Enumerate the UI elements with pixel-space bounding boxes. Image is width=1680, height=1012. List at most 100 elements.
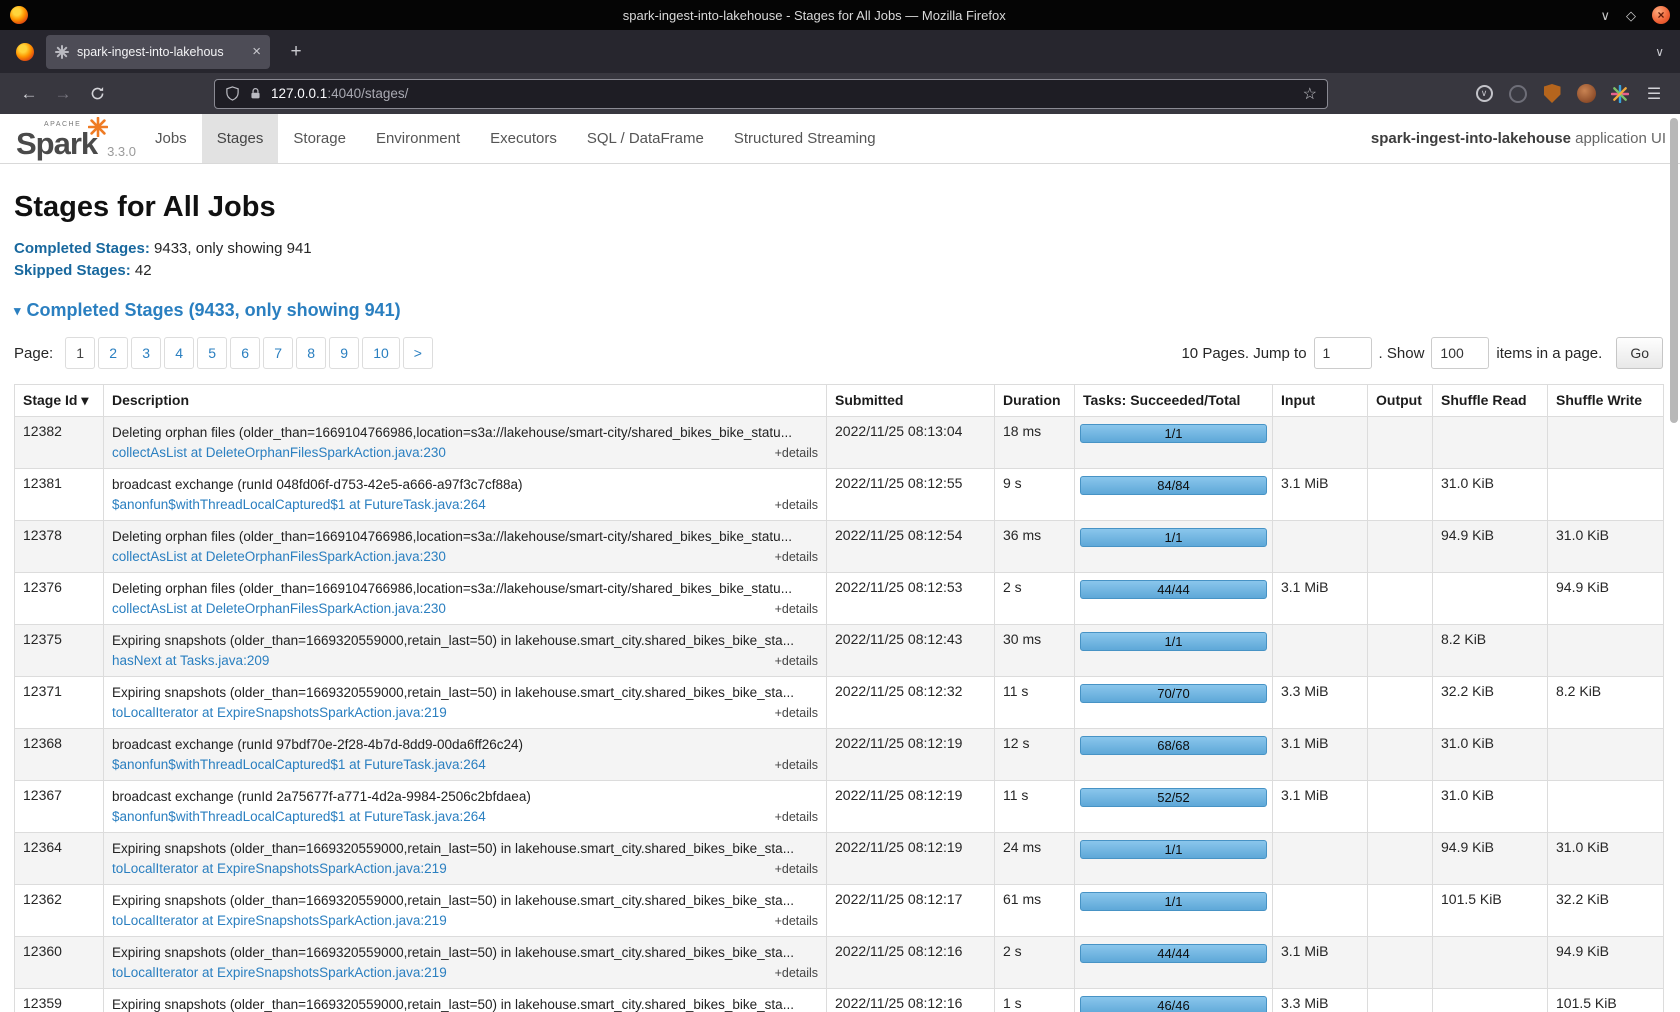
shuffle-write-cell bbox=[1548, 781, 1664, 833]
column-header[interactable]: Tasks: Succeeded/Total bbox=[1075, 385, 1273, 417]
stage-callsite-link[interactable]: collectAsList at DeleteOrphanFilesSparkA… bbox=[112, 548, 446, 566]
details-toggle[interactable]: +details bbox=[775, 914, 818, 928]
page-button-6[interactable]: 6 bbox=[230, 337, 260, 369]
menu-icon[interactable]: ☰ bbox=[1644, 84, 1664, 104]
details-toggle[interactable]: +details bbox=[775, 862, 818, 876]
page-button-1[interactable]: 1 bbox=[65, 337, 95, 369]
tab-title: spark-ingest-into-lakehous bbox=[77, 45, 245, 59]
nav-tab-jobs[interactable]: Jobs bbox=[140, 114, 202, 163]
save-to-pocket-icon[interactable]: ∨ bbox=[1474, 84, 1494, 104]
details-toggle[interactable]: +details bbox=[775, 706, 818, 720]
tab-close-icon[interactable]: × bbox=[252, 43, 261, 60]
column-header[interactable]: Output bbox=[1368, 385, 1433, 417]
maximize-icon[interactable]: ◇ bbox=[1626, 9, 1636, 22]
tracking-protection-shield-icon[interactable] bbox=[225, 86, 240, 101]
go-button[interactable]: Go bbox=[1616, 337, 1663, 369]
page-button-7[interactable]: 7 bbox=[263, 337, 293, 369]
spark-nav: JobsStagesStorageEnvironmentExecutorsSQL… bbox=[140, 114, 891, 163]
details-toggle[interactable]: +details bbox=[775, 966, 818, 980]
details-toggle[interactable]: +details bbox=[775, 758, 818, 772]
privacy-badge-icon[interactable] bbox=[1508, 84, 1528, 104]
column-header[interactable]: Shuffle Write bbox=[1548, 385, 1664, 417]
stage-callsite-link[interactable]: toLocalIterator at ExpireSnapshotsSparkA… bbox=[112, 860, 447, 878]
details-toggle[interactable]: +details bbox=[775, 498, 818, 512]
list-all-tabs-icon[interactable]: ∨ bbox=[1655, 45, 1664, 59]
stage-callsite-link[interactable]: toLocalIterator at ExpireSnapshotsSparkA… bbox=[112, 964, 447, 982]
new-tab-button[interactable]: + bbox=[282, 41, 310, 63]
completed-stages-section-toggle[interactable]: ▾ Completed Stages (9433, only showing 9… bbox=[14, 300, 1666, 321]
column-header[interactable]: Shuffle Read bbox=[1433, 385, 1548, 417]
table-row: 12364 Expiring snapshots (older_than=166… bbox=[15, 833, 1664, 885]
page-button-4[interactable]: 4 bbox=[164, 337, 194, 369]
details-toggle[interactable]: +details bbox=[775, 602, 818, 616]
stage-callsite-link[interactable]: collectAsList at DeleteOrphanFilesSparkA… bbox=[112, 444, 446, 462]
page-button-9[interactable]: 9 bbox=[329, 337, 359, 369]
bookmark-star-icon[interactable]: ☆ bbox=[1303, 84, 1317, 104]
scrollbar-thumb[interactable] bbox=[1670, 118, 1678, 423]
column-header[interactable]: Input bbox=[1273, 385, 1368, 417]
url-bar[interactable]: 127.0.0.1:4040/stages/ ☆ bbox=[214, 79, 1328, 109]
nav-tab-sql-dataframe[interactable]: SQL / DataFrame bbox=[572, 114, 719, 163]
submitted-cell: 2022/11/25 08:13:04 bbox=[827, 417, 995, 469]
skipped-stages-summary: Skipped Stages: 42 bbox=[14, 260, 1666, 282]
firefox-view-icon[interactable] bbox=[16, 43, 34, 61]
page-button-10[interactable]: 10 bbox=[362, 337, 400, 369]
stage-callsite-link[interactable]: hasNext at Tasks.java:209 bbox=[112, 652, 269, 670]
stage-callsite-link[interactable]: toLocalIterator at ExpireSnapshotsSparkA… bbox=[112, 912, 447, 930]
lock-icon[interactable] bbox=[249, 87, 262, 100]
shuffle-write-cell bbox=[1548, 417, 1664, 469]
skipped-stages-label[interactable]: Skipped Stages: bbox=[14, 262, 131, 279]
page-button-5[interactable]: 5 bbox=[197, 337, 227, 369]
column-header[interactable]: Description bbox=[104, 385, 827, 417]
column-header[interactable]: Submitted bbox=[827, 385, 995, 417]
description-cell: Deleting orphan files (older_than=166910… bbox=[104, 417, 827, 469]
shuffle-write-cell bbox=[1548, 729, 1664, 781]
account-avatar-icon[interactable] bbox=[1576, 84, 1596, 104]
extension-asterisk-icon[interactable] bbox=[1610, 84, 1630, 104]
stage-callsite-link[interactable]: $anonfun$withThreadLocalCaptured$1 at Fu… bbox=[112, 496, 486, 514]
forward-icon[interactable]: → bbox=[46, 79, 80, 109]
input-cell bbox=[1273, 885, 1368, 937]
details-toggle[interactable]: +details bbox=[775, 654, 818, 668]
tasks-progress-bar: 1/1 bbox=[1080, 528, 1267, 547]
nav-tab-storage[interactable]: Storage bbox=[278, 114, 361, 163]
close-icon[interactable]: × bbox=[1652, 6, 1670, 24]
spark-logo[interactable]: APACHE Spark 3.3.0 bbox=[14, 118, 100, 163]
details-toggle[interactable]: +details bbox=[775, 810, 818, 824]
stage-callsite-link[interactable]: collectAsList at DeleteOrphanFilesSparkA… bbox=[112, 600, 446, 618]
page-button-2[interactable]: 2 bbox=[98, 337, 128, 369]
browser-tab[interactable]: spark-ingest-into-lakehous × bbox=[46, 35, 270, 69]
stage-callsite-link[interactable]: toLocalIterator at ExpireSnapshotsSparkA… bbox=[112, 704, 447, 722]
tab-favicon-icon bbox=[55, 45, 69, 59]
table-row: 12362 Expiring snapshots (older_than=166… bbox=[15, 885, 1664, 937]
output-cell bbox=[1368, 417, 1433, 469]
minimize-icon[interactable]: ∨ bbox=[1600, 9, 1610, 22]
nav-tab-executors[interactable]: Executors bbox=[475, 114, 572, 163]
details-toggle[interactable]: +details bbox=[775, 550, 818, 564]
page-button-next[interactable]: > bbox=[403, 337, 433, 369]
back-icon[interactable]: ← bbox=[12, 79, 46, 109]
stage-callsite-link[interactable]: $anonfun$withThreadLocalCaptured$1 at Fu… bbox=[112, 756, 486, 774]
page-button-8[interactable]: 8 bbox=[296, 337, 326, 369]
details-toggle[interactable]: +details bbox=[775, 446, 818, 460]
stage-callsite-link[interactable]: $anonfun$withThreadLocalCaptured$1 at Fu… bbox=[112, 808, 486, 826]
jump-to-page-input[interactable] bbox=[1314, 337, 1372, 369]
column-header[interactable]: Duration bbox=[995, 385, 1075, 417]
reload-icon[interactable] bbox=[80, 79, 114, 109]
page-button-3[interactable]: 3 bbox=[131, 337, 161, 369]
tasks-cell: 1/1 bbox=[1075, 833, 1273, 885]
tasks-progress-label: 1/1 bbox=[1164, 842, 1182, 857]
url-text[interactable]: 127.0.0.1:4040/stages/ bbox=[271, 86, 408, 101]
column-header[interactable]: Stage Id ▾ bbox=[15, 385, 104, 417]
nav-tab-environment[interactable]: Environment bbox=[361, 114, 475, 163]
spark-star-icon bbox=[88, 117, 108, 137]
table-row: 12360 Expiring snapshots (older_than=166… bbox=[15, 937, 1664, 989]
table-row: 12371 Expiring snapshots (older_than=166… bbox=[15, 677, 1664, 729]
adblock-shield-icon[interactable] bbox=[1542, 84, 1562, 104]
nav-tab-stages[interactable]: Stages bbox=[202, 114, 279, 163]
tasks-cell: 70/70 bbox=[1075, 677, 1273, 729]
completed-stages-label[interactable]: Completed Stages: bbox=[14, 240, 150, 257]
page-title: Stages for All Jobs bbox=[14, 191, 1666, 224]
nav-tab-structured-streaming[interactable]: Structured Streaming bbox=[719, 114, 891, 163]
items-per-page-input[interactable] bbox=[1431, 337, 1489, 369]
